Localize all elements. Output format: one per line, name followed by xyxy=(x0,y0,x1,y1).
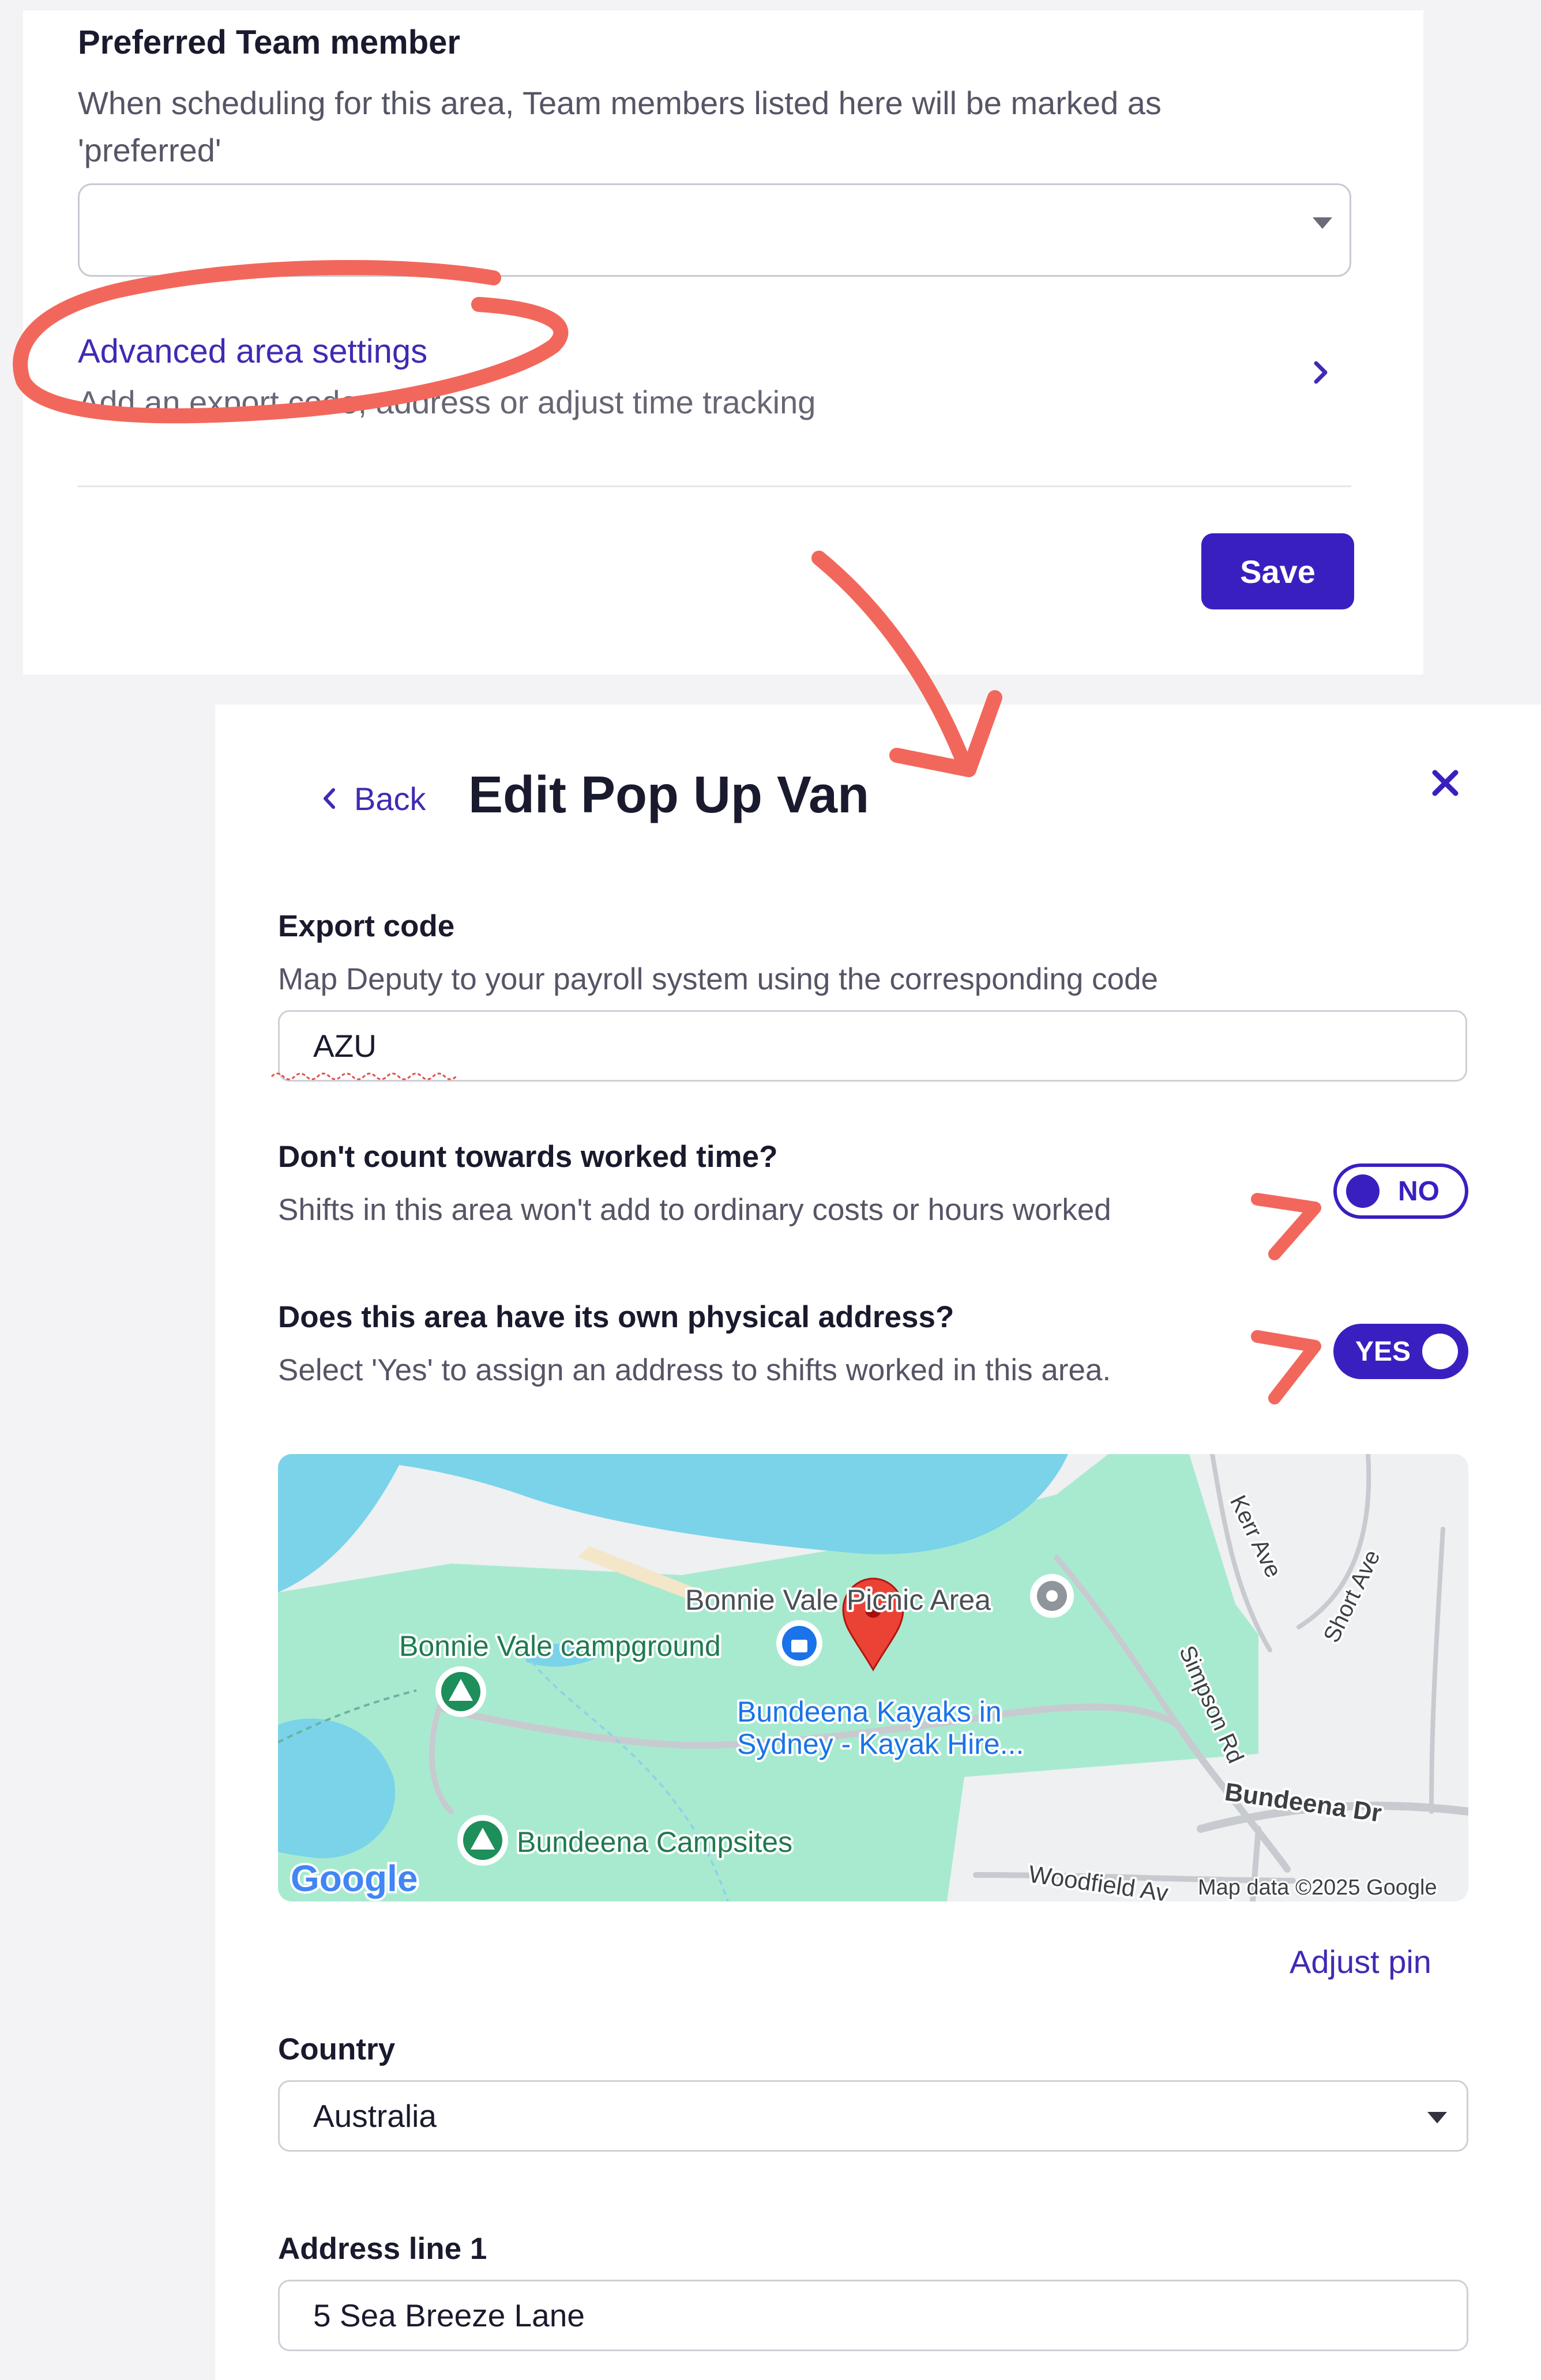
physical-address-label: Does this area have its own physical add… xyxy=(278,1300,954,1334)
preferred-team-member-select[interactable] xyxy=(78,183,1351,277)
adjust-pin-link[interactable]: Adjust pin xyxy=(1290,1943,1431,1980)
preferred-team-member-title: Preferred Team member xyxy=(78,24,461,61)
caret-down-icon xyxy=(1427,2112,1447,2123)
back-button[interactable]: Back xyxy=(318,773,426,824)
country-value: Australia xyxy=(313,2098,437,2134)
export-code-desc: Map Deputy to your payroll system using … xyxy=(278,962,1159,996)
picnic-area-marker[interactable] xyxy=(1030,1574,1074,1618)
export-code-label: Export code xyxy=(278,909,455,943)
chevron-right-icon[interactable] xyxy=(1302,354,1339,391)
worked-time-toggle-label: NO xyxy=(1398,1176,1439,1207)
campsites-marker[interactable] xyxy=(457,1815,508,1866)
toggle-knob xyxy=(1422,1334,1459,1369)
address-line1-value: 5 Sea Breeze Lane xyxy=(313,2298,585,2333)
location-map[interactable]: Bonnie Vale Picnic Area Bonnie Vale camp… xyxy=(278,1454,1468,1901)
map-label-campground: Bonnie Vale campground xyxy=(399,1630,721,1662)
physical-address-desc: Select 'Yes' to assign an address to shi… xyxy=(278,1353,1111,1387)
worked-time-toggle[interactable]: NO xyxy=(1333,1163,1468,1219)
advanced-area-settings-desc: Add an export code, address or adjust ti… xyxy=(78,384,816,420)
back-label: Back xyxy=(354,780,426,817)
worked-time-desc: Shifts in this area won't add to ordinar… xyxy=(278,1193,1111,1227)
worked-time-label: Don't count towards worked time? xyxy=(278,1140,778,1174)
save-button[interactable]: Save xyxy=(1201,533,1354,609)
address-line1-label: Address line 1 xyxy=(278,2232,487,2266)
physical-address-toggle-label: YES xyxy=(1355,1336,1411,1367)
advanced-area-settings-link[interactable]: Advanced area settings xyxy=(78,332,427,371)
chevron-left-icon xyxy=(324,788,335,809)
address-line1-input[interactable]: 5 Sea Breeze Lane xyxy=(278,2280,1468,2351)
toggle-knob xyxy=(1346,1174,1380,1208)
divider xyxy=(78,485,1351,487)
map-attribution: Map data ©2025 Google xyxy=(1198,1876,1437,1900)
map-label-kayak-2: Sydney - Kayak Hire... xyxy=(737,1728,1024,1760)
physical-address-toggle[interactable]: YES xyxy=(1333,1324,1468,1379)
drawer-title: Edit Pop Up Van xyxy=(468,766,870,824)
caret-down-icon xyxy=(1313,217,1332,229)
map-label-campsites: Bundeena Campsites xyxy=(517,1826,792,1858)
map-label-kayak-1: Bundeena Kayaks in xyxy=(737,1696,1002,1728)
spellcheck-underline xyxy=(270,1072,457,1080)
google-logo: Google xyxy=(291,1858,418,1899)
shop-marker[interactable] xyxy=(776,1620,822,1666)
close-icon[interactable] xyxy=(1422,760,1468,806)
campground-marker[interactable] xyxy=(435,1666,486,1717)
country-select[interactable]: Australia xyxy=(278,2080,1468,2152)
map-label-picnic: Bonnie Vale Picnic Area xyxy=(685,1584,991,1616)
country-label: Country xyxy=(278,2032,396,2066)
preferred-team-member-desc: When scheduling for this area, Team memb… xyxy=(78,85,1162,168)
